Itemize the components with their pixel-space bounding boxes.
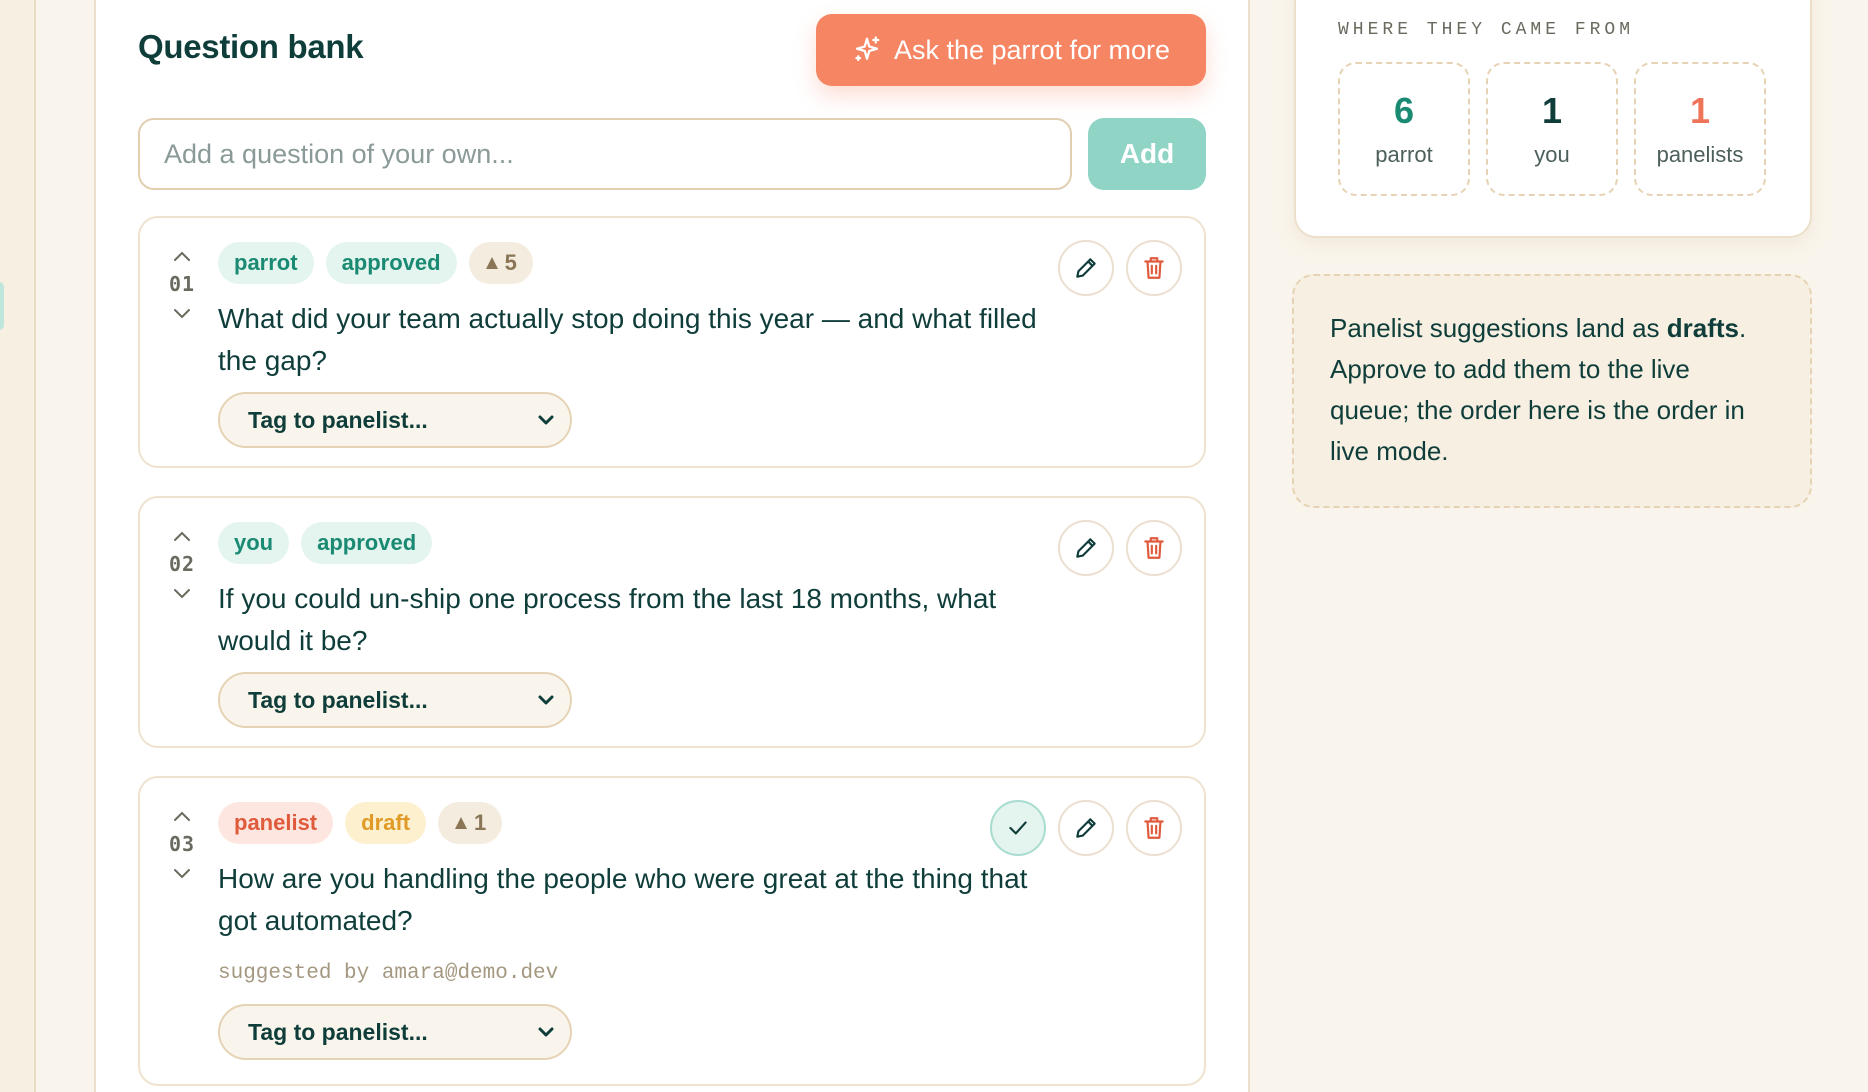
triangle-up-icon xyxy=(485,257,498,269)
votes-count: 1 xyxy=(474,810,487,835)
sparkle-icon xyxy=(855,36,880,62)
chevron-down-icon xyxy=(538,1027,554,1037)
pencil-icon xyxy=(1076,818,1096,838)
question-card: 03 panelist draft 1 How are you handling… xyxy=(138,776,1206,1086)
delete-button[interactable] xyxy=(1126,800,1182,856)
add-question-button[interactable]: Add xyxy=(1088,118,1206,190)
tag-row: you approved xyxy=(218,522,433,564)
tag-row: parrot approved 5 xyxy=(218,242,533,284)
rail-active-marker xyxy=(0,282,4,330)
edit-button[interactable] xyxy=(1058,800,1114,856)
trash-icon xyxy=(1144,257,1164,279)
edit-button[interactable] xyxy=(1058,240,1114,296)
status-tag: approved xyxy=(301,522,433,564)
trash-icon xyxy=(1144,817,1164,839)
tag-to-panelist-select[interactable]: Tag to panelist... xyxy=(218,672,572,728)
question-number: 03 xyxy=(168,832,196,856)
ask-parrot-label: Ask the parrot for more xyxy=(893,34,1171,65)
chevron-down-icon xyxy=(538,695,554,705)
origin-count: 6 xyxy=(1393,90,1415,131)
ask-parrot-button[interactable]: Ask the parrot for more xyxy=(816,14,1206,86)
question-number: 02 xyxy=(168,552,196,576)
delete-button[interactable] xyxy=(1126,240,1182,296)
source-tag: parrot xyxy=(218,242,314,284)
chevron-down-icon[interactable] xyxy=(170,306,194,322)
question-input[interactable] xyxy=(138,118,1072,190)
note-emphasis: drafts xyxy=(1666,313,1740,343)
origin-label: panelists xyxy=(1656,142,1744,167)
question-number: 01 xyxy=(168,272,196,296)
question-text: What did your team actually stop doing t… xyxy=(218,303,1037,376)
reorder-controls: 02 xyxy=(162,528,202,602)
chevron-down-icon xyxy=(538,415,554,425)
page-title: Question bank xyxy=(138,28,364,65)
votes-count: 5 xyxy=(504,250,517,275)
votes-badge: 1 xyxy=(438,802,503,844)
drafts-info-note: Panelist suggestions land as drafts. App… xyxy=(1292,274,1812,508)
pencil-icon xyxy=(1076,538,1096,558)
question-text: If you could un-ship one process from th… xyxy=(218,583,997,656)
chevron-up-icon[interactable] xyxy=(170,248,194,264)
reorder-controls: 03 xyxy=(162,808,202,882)
status-tag: approved xyxy=(325,242,457,284)
question-card: 02 you approved If you could un-ship one… xyxy=(138,496,1206,748)
votes-badge: 5 xyxy=(468,242,533,284)
origin-parrot: 6 parrot xyxy=(1338,62,1470,196)
pencil-icon xyxy=(1076,258,1096,278)
suggested-by-text: suggested by amara@demo.dev xyxy=(218,962,559,985)
tag-to-panelist-select[interactable]: Tag to panelist... xyxy=(218,1004,572,1060)
trash-icon xyxy=(1144,537,1164,559)
note-text-before: Panelist suggestions land as xyxy=(1330,313,1667,343)
origin-count: 1 xyxy=(1541,90,1563,131)
source-tag: panelist xyxy=(218,802,334,844)
triangle-up-icon xyxy=(455,817,468,829)
origin-label: you xyxy=(1534,142,1570,167)
chevron-up-icon[interactable] xyxy=(170,528,194,544)
chevron-up-icon[interactable] xyxy=(170,808,194,824)
source-tag: you xyxy=(218,522,290,564)
reorder-controls: 01 xyxy=(162,248,202,322)
question-text: How are you handling the people who were… xyxy=(218,863,1028,936)
approve-button[interactable] xyxy=(990,800,1046,856)
delete-button[interactable] xyxy=(1126,520,1182,576)
chevron-down-icon[interactable] xyxy=(170,866,194,882)
check-icon xyxy=(1009,821,1027,835)
tag-to-panelist-select[interactable]: Tag to panelist... xyxy=(218,392,572,448)
question-card: 01 parrot approved 5 What did your team … xyxy=(138,216,1206,468)
tag-select-value: Tag to panelist... xyxy=(248,1018,428,1045)
tag-row: panelist draft 1 xyxy=(218,802,503,844)
origin-count: 1 xyxy=(1689,90,1711,131)
tag-select-value: Tag to panelist... xyxy=(248,406,428,433)
tag-select-value: Tag to panelist... xyxy=(248,686,428,713)
origin-label: parrot xyxy=(1375,142,1433,167)
left-rail xyxy=(0,0,36,1092)
chevron-down-icon[interactable] xyxy=(170,586,194,602)
origin-you: 1 you xyxy=(1486,62,1618,196)
status-tag: draft xyxy=(345,802,427,844)
origins-title: WHERE THEY CAME FROM xyxy=(1338,20,1635,40)
origin-panelists: 1 panelists xyxy=(1634,62,1766,196)
edit-button[interactable] xyxy=(1058,520,1114,576)
